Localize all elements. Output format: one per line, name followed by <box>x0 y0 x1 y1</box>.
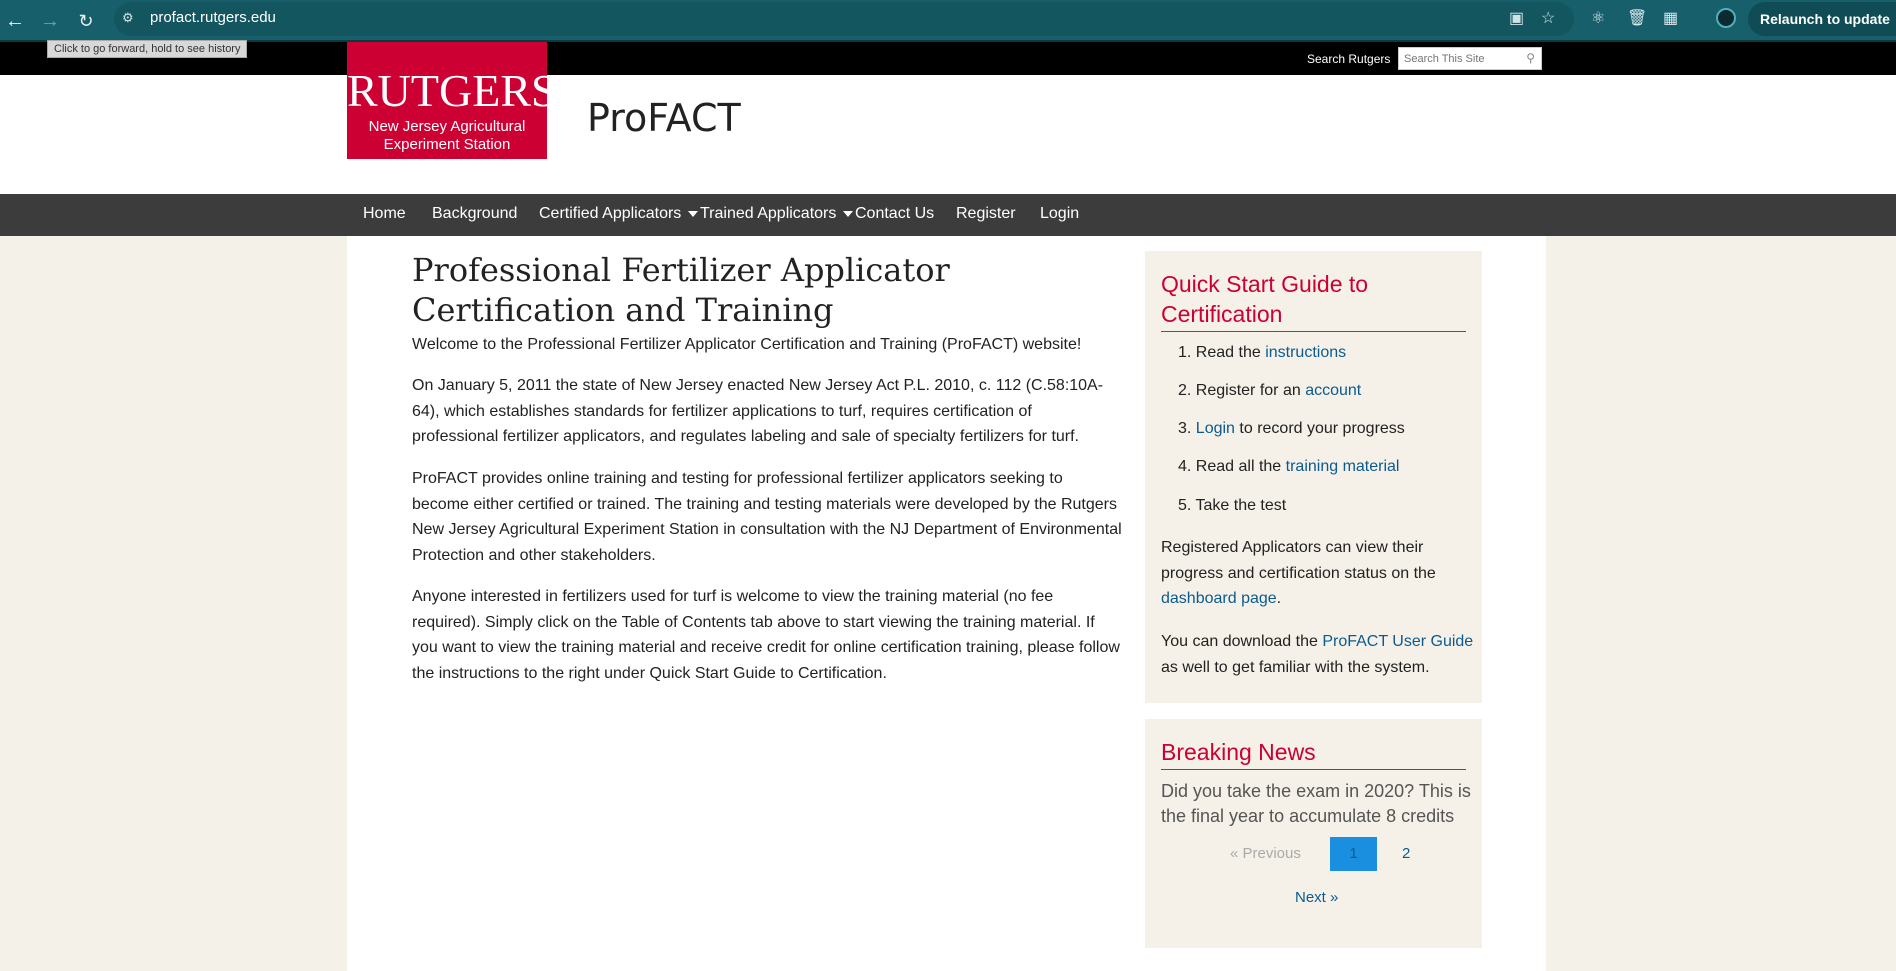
breaking-news-heading: Breaking News <box>1161 739 1316 765</box>
download-text: You can download the <box>1161 633 1318 650</box>
back-arrow-icon[interactable]: ← <box>0 6 30 36</box>
extension-trash-icon[interactable]: 🗑 <box>1627 8 1647 28</box>
logo-subtitle-line2: Experiment Station <box>383 136 511 153</box>
pager-next[interactable]: Next » <box>1295 889 1338 906</box>
quick-start-step-1: 1. Read the instructions <box>1178 344 1346 362</box>
user-guide-link[interactable]: ProFACT User Guide <box>1322 633 1473 650</box>
news-item-text[interactable]: Did you take the exam in 2020? This is t… <box>1161 779 1476 829</box>
quick-start-step-5: 5. Take the test <box>1178 497 1286 515</box>
pager-previous: « Previous <box>1230 845 1301 862</box>
step-number: 2. <box>1178 382 1192 399</box>
logo-wordmark: RUTGERS <box>347 65 557 116</box>
relaunch-button[interactable]: Relaunch to update <box>1748 2 1896 36</box>
rutgers-logo[interactable]: RUTGERS New Jersey Agricultural Experime… <box>347 42 557 159</box>
period: . <box>1276 590 1282 607</box>
address-bar[interactable] <box>114 2 1574 36</box>
forward-arrow-icon[interactable]: → <box>35 6 65 36</box>
pager-page-2[interactable]: 2 <box>1402 845 1410 862</box>
step-number: 4. <box>1178 458 1192 475</box>
page-title: Professional Fertilizer Applicator Certi… <box>412 251 950 329</box>
quick-start-heading-line1: Quick Start Guide to <box>1161 271 1369 297</box>
search-input[interactable] <box>1399 48 1517 69</box>
step-text: Read the <box>1195 344 1266 361</box>
profact-paragraph: ProFACT provides online training and tes… <box>412 470 1122 564</box>
pager-page-1[interactable]: 1 <box>1330 837 1377 871</box>
step-text: to record your progress <box>1234 420 1405 437</box>
nav-certified-applicators-label: Certified Applicators <box>539 205 682 222</box>
training-material-link[interactable]: training material <box>1286 458 1400 475</box>
user-guide-text: You can download the ProFACT User Guide … <box>1161 629 1476 680</box>
reload-icon[interactable]: ↻ <box>71 6 101 36</box>
browser-toolbar: ← → ↻ ⚙ profact.rutgers.edu ▣ ☆ ⚛ 🗑 ▦ Re… <box>0 0 1896 42</box>
site-title[interactable]: ProFACT <box>587 96 741 140</box>
site-info-icon[interactable]: ⚙ <box>122 10 138 26</box>
search-rutgers-label: Search Rutgers <box>1307 52 1391 66</box>
logo-subtitle-line1: New Jersey Agricultural <box>368 118 526 135</box>
url-text[interactable]: profact.rutgers.edu <box>150 9 276 26</box>
nav-certified-applicators[interactable]: Certified Applicators <box>539 205 699 223</box>
step-text: Take the test <box>1195 497 1287 514</box>
dashboard-link[interactable]: dashboard page <box>1161 590 1277 607</box>
install-app-icon[interactable]: ▣ <box>1509 8 1524 28</box>
dropdown-caret-icon <box>843 210 854 217</box>
registered-applicators-text: Registered Applicators can view their pr… <box>1161 535 1476 612</box>
nav-trained-applicators-label: Trained Applicators <box>700 205 837 222</box>
heading-divider <box>1161 331 1466 332</box>
forward-tooltip: Click to go forward, hold to see history <box>47 40 248 58</box>
training-paragraph: Anyone interested in fertilizers used fo… <box>412 588 1120 682</box>
rutgers-top-bar <box>0 42 1896 75</box>
nav-trained-applicators[interactable]: Trained Applicators <box>700 205 854 223</box>
account-link[interactable]: account <box>1305 382 1361 399</box>
profile-avatar[interactable] <box>1716 8 1736 28</box>
step-number: 3. <box>1178 420 1192 437</box>
search-icon[interactable]: ⚲ <box>1526 51 1535 65</box>
download-post-text: as well to get familiar with the system. <box>1161 658 1430 676</box>
step-text: Register for an <box>1195 382 1306 399</box>
news-heading-divider <box>1161 769 1466 770</box>
nav-background[interactable]: Background <box>432 205 517 223</box>
nav-contact-us[interactable]: Contact Us <box>855 205 934 223</box>
dropdown-caret-icon <box>688 210 699 217</box>
extensions-puzzle-icon[interactable]: ▦ <box>1663 8 1678 28</box>
login-link[interactable]: Login <box>1196 420 1235 437</box>
registered-text: Registered Applicators can view their pr… <box>1161 539 1436 582</box>
instructions-link[interactable]: instructions <box>1265 344 1346 361</box>
search-box: ⚲ <box>1398 47 1542 70</box>
step-number: 1. <box>1178 344 1192 361</box>
intro-paragraph: Welcome to the Professional Fertilizer A… <box>412 336 1082 353</box>
main-navigation <box>0 194 1896 236</box>
nav-home[interactable]: Home <box>363 205 406 223</box>
site-header <box>0 75 1896 194</box>
nav-register[interactable]: Register <box>956 205 1016 223</box>
extension-react-icon[interactable]: ⚛ <box>1591 8 1605 28</box>
step-text: Read all the <box>1195 458 1286 475</box>
law-paragraph: On January 5, 2011 the state of New Jers… <box>412 377 1104 445</box>
bookmark-star-icon[interactable]: ☆ <box>1541 8 1555 28</box>
quick-start-heading-line2: Certification <box>1161 301 1283 327</box>
nav-login[interactable]: Login <box>1040 205 1079 223</box>
quick-start-heading: Quick Start Guide to Certification <box>1161 269 1368 329</box>
quick-start-step-4: 4. Read all the training material <box>1178 458 1399 476</box>
step-number: 5. <box>1178 497 1192 514</box>
quick-start-step-3: 3. Login to record your progress <box>1178 420 1405 438</box>
quick-start-step-2: 2. Register for an account <box>1178 382 1361 400</box>
